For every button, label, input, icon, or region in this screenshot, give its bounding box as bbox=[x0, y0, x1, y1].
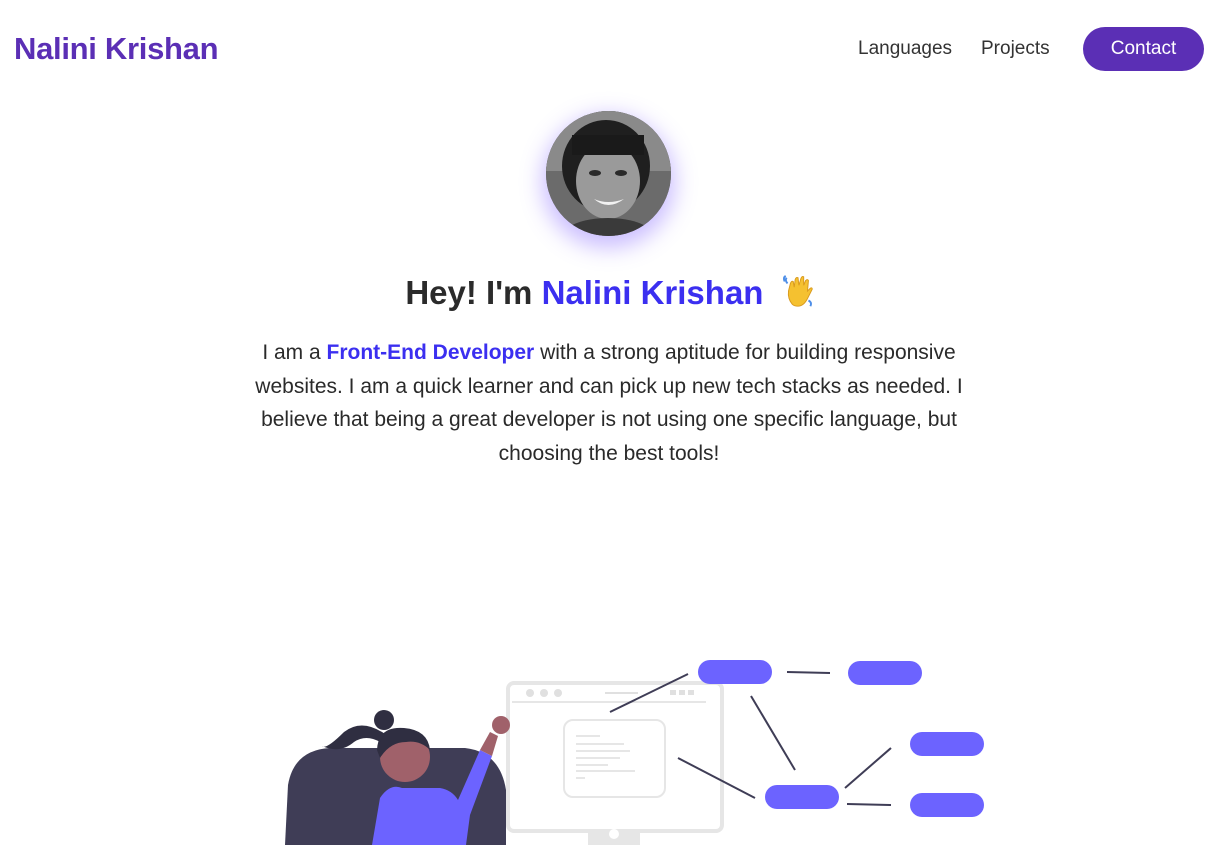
intro-before: I am a bbox=[262, 341, 321, 364]
profile-photo bbox=[546, 111, 671, 236]
developer-illustration bbox=[285, 660, 984, 845]
intro-role: Front-End Developer bbox=[326, 341, 535, 364]
brand-logo[interactable]: Nalini Krishan bbox=[14, 31, 219, 67]
greeting-text: Hey! I'm bbox=[405, 274, 533, 311]
waving-hand-icon bbox=[782, 275, 813, 307]
nav-link-languages[interactable]: Languages bbox=[858, 38, 952, 60]
hero-name: Nalini Krishan bbox=[541, 274, 764, 311]
intro-paragraph: I am a Front-End Developer with a strong… bbox=[240, 336, 978, 470]
navbar: Nalini Krishan Languages Projects Contac… bbox=[0, 0, 1222, 100]
network-nodes bbox=[698, 660, 984, 817]
avatar bbox=[546, 111, 671, 236]
hero-heading: Hey! I'm Nalini Krishan bbox=[0, 272, 1222, 312]
nav-link-projects[interactable]: Projects bbox=[981, 38, 1050, 60]
contact-button[interactable]: Contact bbox=[1083, 27, 1204, 71]
